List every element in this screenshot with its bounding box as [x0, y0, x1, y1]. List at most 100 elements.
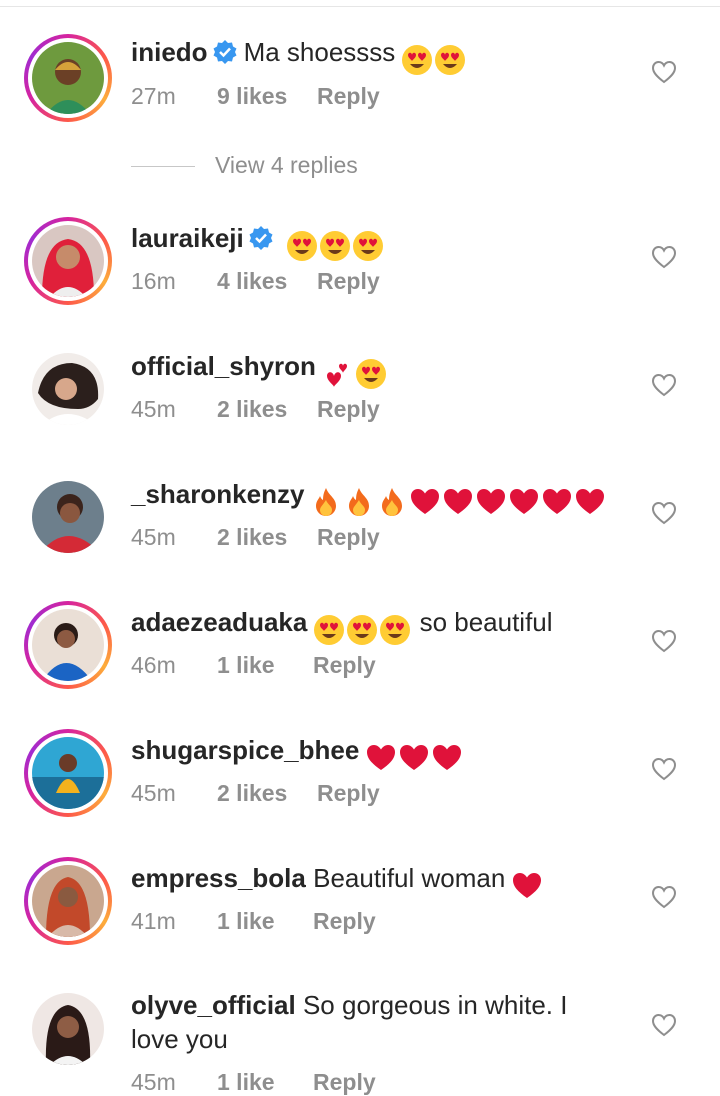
- heart-outline-icon[interactable]: [651, 60, 677, 84]
- fire-emoji-icon: [376, 486, 408, 518]
- username[interactable]: iniedo: [131, 37, 208, 67]
- timestamp: 45m: [131, 780, 176, 806]
- comment-text: Beautiful woman: [313, 863, 506, 893]
- story-ring: [24, 729, 112, 817]
- emoji-group: [313, 611, 412, 646]
- story-ring: [24, 601, 112, 689]
- red-heart-emoji-icon: [398, 742, 430, 774]
- heart-eyes-emoji-icon: [313, 614, 345, 646]
- emoji-group: [365, 739, 464, 774]
- fire-emoji-icon: [343, 486, 375, 518]
- avatar[interactable]: [24, 729, 112, 817]
- heart-eyes-emoji-icon: [355, 358, 387, 390]
- likes-count[interactable]: 2 likes: [217, 780, 317, 807]
- comment-line: _sharonkenzy: [131, 477, 640, 518]
- avatar[interactable]: [24, 601, 112, 689]
- reply-button[interactable]: Reply: [317, 524, 380, 551]
- reply-button[interactable]: Reply: [317, 780, 380, 807]
- timestamp: 27m: [131, 83, 176, 109]
- heart-eyes-emoji-icon: [434, 44, 466, 76]
- avatar[interactable]: [24, 857, 112, 945]
- red-heart-emoji-icon: [574, 486, 606, 518]
- likes-count[interactable]: 2 likes: [217, 524, 317, 551]
- heart-outline-icon[interactable]: [651, 629, 677, 653]
- comment-line: official_shyron: [131, 349, 640, 390]
- avatar[interactable]: [24, 473, 112, 561]
- emoji-group: [310, 483, 607, 518]
- heart-outline-icon[interactable]: [651, 757, 677, 781]
- verified-badge-icon: [213, 40, 237, 64]
- emoji-group: [511, 867, 544, 902]
- comment-item: official_shyron 45m 2 likes Reply: [0, 343, 720, 453]
- red-heart-emoji-icon: [409, 486, 441, 518]
- red-heart-emoji-icon: [508, 486, 540, 518]
- avatar[interactable]: [24, 217, 112, 305]
- comment-item: iniedo Ma shoessss 27m 9 likes Reply: [0, 30, 720, 140]
- red-heart-emoji-icon: [365, 742, 397, 774]
- comment-meta: 46m 1 like Reply: [131, 652, 376, 679]
- username[interactable]: adaezeaduaka: [131, 607, 307, 637]
- timestamp: 45m: [131, 396, 176, 422]
- red-heart-emoji-icon: [511, 870, 543, 902]
- username[interactable]: official_shyron: [131, 351, 316, 381]
- avatar[interactable]: [24, 34, 112, 122]
- comment-text: Ma shoessss: [243, 37, 396, 67]
- story-ring: [24, 857, 112, 945]
- story-ring: [24, 34, 112, 122]
- replies-divider: [131, 166, 195, 168]
- comment-line: adaezeaduaka so beautiful: [131, 605, 640, 646]
- heart-outline-icon[interactable]: [651, 885, 677, 909]
- username[interactable]: lauraikeji: [131, 223, 244, 253]
- comment-item: adaezeaduaka so beautiful 46m 1 like Reply: [0, 599, 720, 709]
- heart-outline-icon[interactable]: [651, 373, 677, 397]
- reply-button[interactable]: Reply: [313, 652, 376, 679]
- heart-eyes-emoji-icon: [352, 230, 384, 262]
- comment-item: empress_bola Beautiful woman 41m 1 like Re…: [0, 855, 720, 965]
- red-heart-emoji-icon: [541, 486, 573, 518]
- heart-outline-icon[interactable]: [651, 501, 677, 525]
- red-heart-emoji-icon: [475, 486, 507, 518]
- comment-line: empress_bola Beautiful woman: [131, 861, 640, 902]
- timestamp: 45m: [131, 524, 176, 550]
- username[interactable]: shugarspice_bhee: [131, 735, 359, 765]
- avatar[interactable]: [24, 985, 112, 1073]
- heart-eyes-emoji-icon: [379, 614, 411, 646]
- view-replies-link[interactable]: View 4 replies: [131, 152, 358, 179]
- comment-item: lauraikeji 16m 4 likes Reply: [0, 215, 720, 325]
- heart-outline-icon[interactable]: [651, 1013, 677, 1037]
- avatar[interactable]: [24, 345, 112, 433]
- username[interactable]: _sharonkenzy: [131, 479, 304, 509]
- top-divider: [0, 6, 720, 7]
- comment-text: so beautiful: [419, 607, 553, 637]
- likes-count[interactable]: 1 like: [217, 652, 313, 679]
- heart-eyes-emoji-icon: [286, 230, 318, 262]
- likes-count[interactable]: 1 like: [217, 908, 313, 935]
- emoji-group: [322, 355, 388, 390]
- likes-count[interactable]: 4 likes: [217, 268, 317, 295]
- comment-meta: 27m 9 likes Reply: [131, 83, 380, 110]
- timestamp: 46m: [131, 652, 176, 678]
- likes-count[interactable]: 2 likes: [217, 396, 317, 423]
- reply-button[interactable]: Reply: [313, 908, 376, 935]
- emoji-group: [286, 227, 385, 262]
- comment-line: iniedo Ma shoessss: [131, 35, 640, 76]
- username[interactable]: olyve_official: [131, 990, 296, 1020]
- comment-line: olyve_official So gorgeous in white. I l…: [131, 988, 610, 1056]
- comment-line: shugarspice_bhee: [131, 733, 640, 774]
- comment-item: _sharonkenzy 45m 2 likes Reply: [0, 471, 720, 581]
- comment-meta: 16m 4 likes Reply: [131, 268, 380, 295]
- reply-button[interactable]: Reply: [317, 83, 380, 110]
- verified-badge-icon: [249, 226, 273, 250]
- reply-button[interactable]: Reply: [317, 396, 380, 423]
- view-replies-label: View 4 replies: [215, 152, 358, 178]
- heart-outline-icon[interactable]: [651, 245, 677, 269]
- likes-count[interactable]: 9 likes: [217, 83, 317, 110]
- comment-line: lauraikeji: [131, 221, 640, 262]
- comment-item: olyve_official So gorgeous in white. I l…: [0, 983, 720, 1095]
- red-heart-emoji-icon: [442, 486, 474, 518]
- username[interactable]: empress_bola: [131, 863, 306, 893]
- reply-button[interactable]: Reply: [317, 268, 380, 295]
- heart-eyes-emoji-icon: [401, 44, 433, 76]
- comment-item: shugarspice_bhee 45m 2 likes Reply: [0, 727, 720, 837]
- heart-eyes-emoji-icon: [319, 230, 351, 262]
